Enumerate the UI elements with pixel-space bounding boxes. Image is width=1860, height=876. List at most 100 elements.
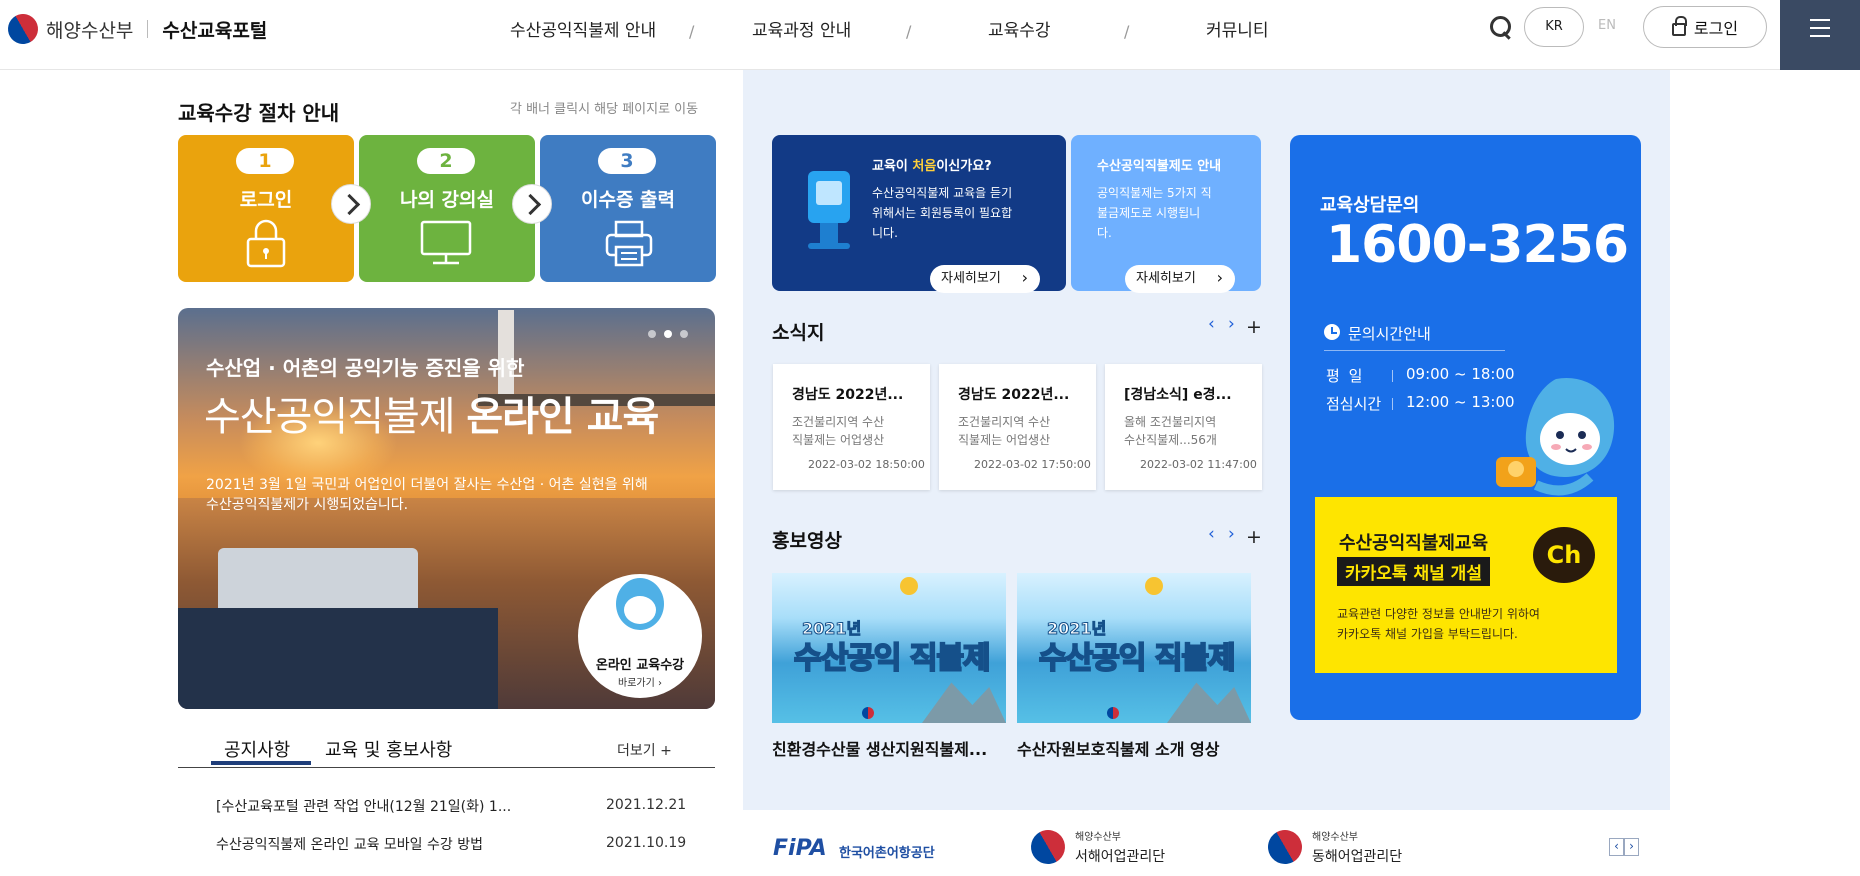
video-thumb-title: 수산공익 직불제 [793, 640, 992, 677]
notice-item-title[interactable]: [수산교육포털 관련 작업 안내(12월 21일(화) 1... [216, 796, 511, 816]
partner-ministry-label: 해양수산부 [1312, 832, 1358, 843]
news-card-body: 직불제는 어업생산 [958, 433, 1051, 447]
enroll-steps-title: 교육수강 절차 안내 [178, 101, 340, 125]
consult-phone-number[interactable]: 1600-3256 [1326, 215, 1629, 275]
news-card-body: 올해 조건불리지역 [1124, 415, 1217, 429]
system-info-card[interactable]: 수산공익직불제도 안내 공익직불제는 5가지 직 불금제도로 시행됩니 다. 자… [1071, 135, 1261, 293]
logo-divider [147, 20, 149, 38]
notice-item-title[interactable]: 수산공익직불제 온라인 교육 모바일 수강 방법 [216, 834, 483, 854]
first-time-line: 니다. [872, 226, 898, 240]
fipa-logo[interactable]: FiPA [773, 836, 827, 861]
step-certificate-banner[interactable]: 3 이수증 출력 [540, 135, 716, 282]
kakao-line3: 교육관련 다양한 정보를 안내받기 위하여 [1337, 607, 1540, 621]
partner-next-arrow-icon[interactable]: › [1624, 838, 1639, 856]
step-arrow-icon [512, 184, 552, 224]
site-logo[interactable]: 해양수산부 수산교육포털 [2, 8, 268, 50]
video-prev-arrow-icon[interactable]: ‹ [1208, 524, 1215, 544]
news-card[interactable]: [경남소식] e경... 올해 조건불리지역 수산직불제...56개 2022-… [1105, 364, 1262, 490]
online-course-shortcut[interactable]: 온라인 교육수강 바로가기 › [578, 574, 702, 698]
news-next-arrow-icon[interactable]: › [1228, 314, 1235, 334]
online-course-link[interactable]: 바로가기 › [578, 674, 702, 689]
search-icon[interactable] [1488, 14, 1514, 40]
lang-en-button[interactable]: EN [1598, 18, 1616, 33]
nav-community[interactable]: 커뮤니티 [1206, 16, 1269, 41]
step-arrow-icon [331, 184, 371, 224]
nav-course-info[interactable]: 교육과정 안내 [752, 16, 851, 41]
partner-logos-bar: FiPA 한국어촌어항공단 해양수산부 서해어업관리단 해양수산부 동해어업관리… [743, 810, 1670, 876]
system-info-title: 수산공익직불제도 안내 [1097, 159, 1222, 174]
portal-name: 수산교육포털 [162, 20, 268, 42]
news-card-title: 경남도 2022년... [958, 387, 1070, 403]
consult-label: 교육상담문의 [1320, 195, 1420, 216]
partner-ministry-label: 해양수산부 [1075, 832, 1121, 843]
step-label: 로그인 [239, 189, 293, 211]
news-more-plus-icon[interactable]: + [1246, 316, 1262, 338]
banner-subtitle: 수산업 · 어촌의 공익기능 증진을 위한 [206, 356, 525, 380]
system-info-detail-button[interactable]: 자세히보기 [1125, 264, 1235, 293]
first-time-info-card[interactable]: 교육이 처음이신가요? 수산공익직불제 교육을 듣기 위해서는 회원등록이 필요… [772, 135, 1066, 293]
hours-row-label: 평 일 [1326, 367, 1365, 385]
login-label: 로그인 [1693, 19, 1739, 38]
ministry-emblem-icon [1024, 823, 1072, 871]
news-card-body: 조건불리지역 수산 [958, 415, 1051, 429]
partner-prev-arrow-icon[interactable]: ‹ [1609, 838, 1624, 856]
first-time-title-c: 이신가요? [936, 159, 992, 174]
news-card-date: 2022-03-02 11:47:00 [1140, 458, 1257, 471]
news-card-date: 2022-03-02 17:50:00 [974, 458, 1091, 471]
video-thumb-title: 수산공익 직불제 [1038, 640, 1237, 677]
consultation-panel: 교육상담문의 1600-3256 문의시간안내 평 일 09:00 ~ 18:0… [1290, 135, 1641, 720]
boat-hull-image [178, 608, 498, 709]
news-prev-arrow-icon[interactable]: ‹ [1208, 314, 1215, 334]
hamburger-menu-button[interactable] [1780, 0, 1860, 70]
step-login-banner[interactable]: 1 로그인 [178, 135, 354, 282]
lang-kr-button[interactable]: KR [1524, 7, 1584, 47]
promo-video-title: 홍보영상 [772, 530, 842, 552]
video-caption[interactable]: 수산자원보호직불제 소개 영상 [1017, 736, 1220, 760]
slide-dot[interactable] [680, 330, 688, 338]
monitor-icon [420, 220, 472, 265]
news-card[interactable]: 경남도 2022년... 조건불리지역 수산 직불제는 어업생산 2022-03… [773, 364, 930, 490]
notice-more-link[interactable]: 더보기 + [617, 740, 672, 760]
system-info-line: 다. [1097, 226, 1112, 240]
tab-notice[interactable]: 공지사항 [224, 736, 290, 762]
printer-icon [605, 220, 653, 267]
kakao-channel-banner[interactable]: 수산공익직불제교육 카카오톡 채널 개설 Ch 교육관련 다양한 정보를 안내받… [1315, 497, 1617, 673]
system-info-line: 공익직불제는 5가지 직 [1097, 186, 1212, 200]
kakao-line4: 카카오톡 채널 가입을 부탁드립니다. [1337, 627, 1518, 641]
video-thumbnail[interactable]: 2021년 수산공익 직불제 [772, 573, 1006, 723]
slide-dot-active[interactable] [664, 330, 672, 338]
banner-title-a: 수산공익직불제 [204, 394, 467, 440]
nav-course-enroll[interactable]: 교육수강 [988, 16, 1051, 41]
video-next-arrow-icon[interactable]: › [1228, 524, 1235, 544]
online-education-banner[interactable]: 수산업 · 어촌의 공익기능 증진을 위한 수산공익직불제 온라인 교육 202… [178, 308, 715, 709]
consult-hours-title: 문의시간안내 [1348, 325, 1431, 343]
step-number: 1 [236, 148, 294, 174]
rock-graphic [922, 682, 1006, 723]
first-time-title-a: 교육이 [872, 159, 913, 174]
hours-row-label: 점심시간 [1326, 395, 1382, 413]
video-thumbnail[interactable]: 2021년 수산공익 직불제 [1017, 573, 1251, 723]
video-more-plus-icon[interactable]: + [1246, 526, 1262, 548]
nav-direct-payment-info[interactable]: 수산공익직불제 안내 [510, 16, 656, 41]
partner-west-sea-name[interactable]: 서해어업관리단 [1075, 846, 1165, 866]
partner-east-sea-name[interactable]: 동해어업관리단 [1312, 846, 1402, 866]
slide-dot[interactable] [648, 330, 656, 338]
notice-item-date: 2021.10.19 [606, 835, 687, 851]
login-button[interactable]: 로그인 [1643, 6, 1767, 48]
step-label: 이수증 출력 [580, 189, 675, 211]
header: 해양수산부 수산교육포털 수산공익직불제 안내 / 교육과정 안내 / 교육수강… [0, 0, 1860, 70]
tab-education-promotion[interactable]: 교육 및 홍보사항 [325, 736, 452, 762]
video-caption[interactable]: 친환경수산물 생산지원직불제... [772, 736, 987, 760]
news-card[interactable]: 경남도 2022년... 조건불리지역 수산 직불제는 어업생산 2022-03… [939, 364, 1096, 490]
first-time-detail-button[interactable]: 자세히보기 [930, 264, 1040, 293]
nav-separator: / [689, 22, 695, 41]
mascot-face [624, 596, 656, 624]
first-time-title: 교육이 처음이신가요? [872, 155, 992, 174]
enroll-steps-hint: 각 배너 클릭시 해당 페이지로 이동 [510, 102, 699, 117]
active-tab-indicator [211, 761, 311, 765]
banner-title: 수산공익직불제 온라인 교육 [204, 384, 659, 442]
fipa-name[interactable]: 한국어촌어항공단 [839, 842, 935, 861]
menu-bar [1810, 35, 1830, 37]
step-my-classroom-banner[interactable]: 2 나의 강의실 [359, 135, 535, 282]
banner-description: 2021년 3월 1일 국민과 어업인이 더불어 잘사는 수산업 · 어촌 실현… [206, 477, 648, 493]
